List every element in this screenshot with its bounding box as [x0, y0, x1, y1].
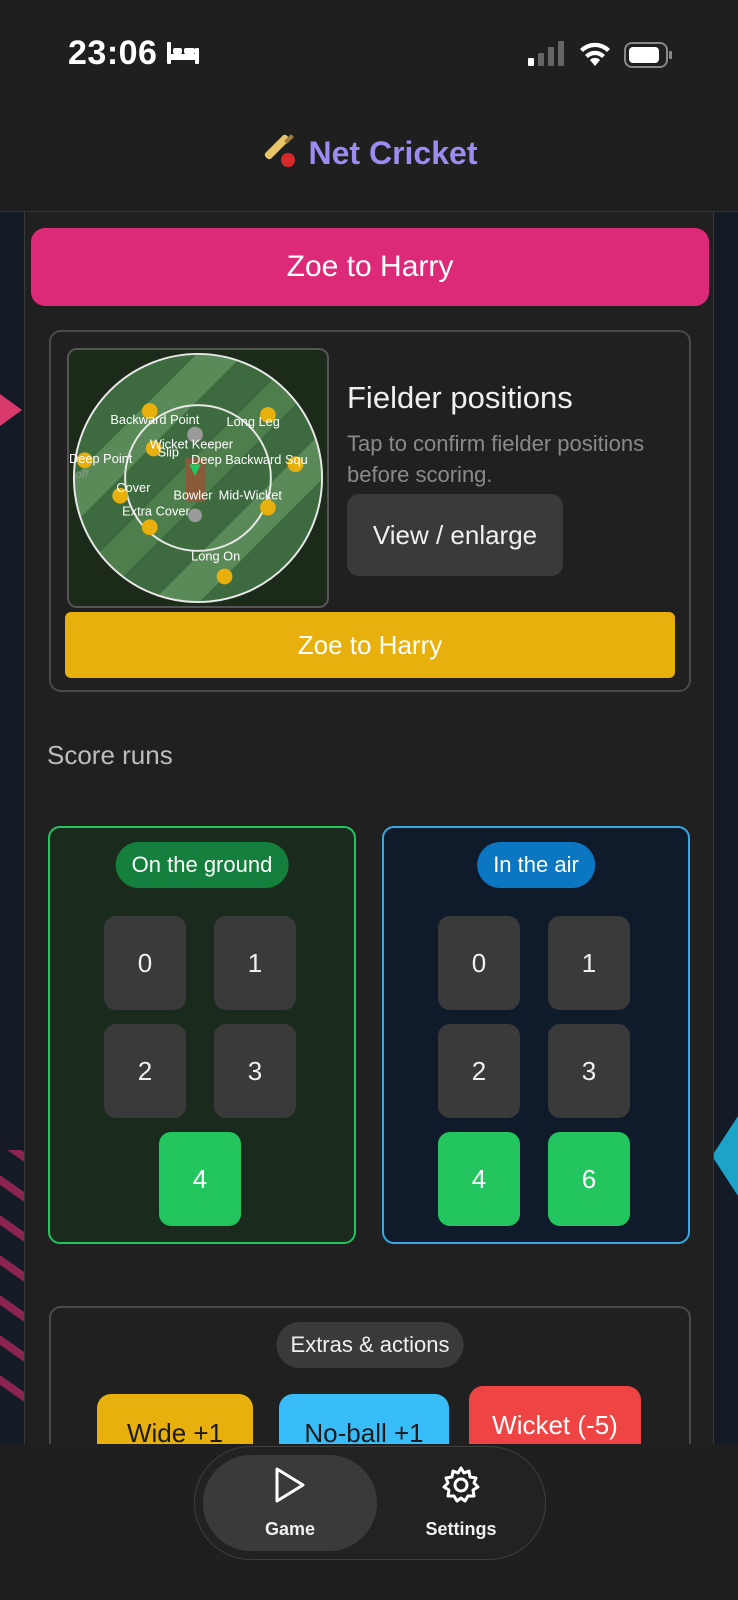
score-runs-heading: Score runs — [47, 740, 173, 770]
field-label-bowler: Bowler — [173, 488, 213, 503]
tab-bar: Game Settings — [194, 1446, 546, 1560]
extras-actions-label: Extras & actions — [276, 1322, 464, 1368]
app-title: Net Cricket — [0, 134, 738, 172]
ground-run-4-button[interactable]: 4 — [159, 1132, 241, 1226]
background-stripes — [0, 1150, 26, 1440]
field-label-long-leg: Long Leg — [227, 414, 280, 429]
in-the-air-panel: In the air 0 1 2 3 4 6 — [382, 826, 690, 1244]
ground-run-0-button[interactable]: 0 — [104, 916, 186, 1010]
air-run-0-button[interactable]: 0 — [438, 916, 520, 1010]
play-icon — [275, 1467, 305, 1503]
air-run-2-button[interactable]: 2 — [438, 1024, 520, 1118]
field-thumbnail[interactable]: Backward Point Long Leg Wicket Keeper Sl… — [67, 348, 329, 608]
cellular-signal-icon — [528, 41, 564, 66]
air-run-3-button[interactable]: 3 — [548, 1024, 630, 1118]
on-the-ground-label: On the ground — [115, 842, 289, 888]
view-enlarge-button[interactable]: View / enlarge — [347, 494, 563, 576]
fielder-title: Fielder positions — [347, 380, 573, 415]
air-run-6-button[interactable]: 6 — [548, 1132, 630, 1226]
field-label-backward-point: Backward Point — [110, 412, 199, 427]
fielder-positions-card: Backward Point Long Leg Wicket Keeper Sl… — [49, 330, 691, 692]
bottom-nav-bar: Game Settings — [0, 1444, 738, 1600]
extras-actions-card: Extras & actions Wide +1 No-ball +1 Wick… — [49, 1306, 691, 1444]
background-right — [712, 212, 738, 1444]
air-run-4-button[interactable]: 4 — [438, 1132, 520, 1226]
no-ball-button[interactable]: No-ball +1 — [279, 1394, 449, 1444]
in-the-air-label: In the air — [477, 842, 595, 888]
tab-game[interactable]: Game — [203, 1455, 377, 1551]
ground-run-3-button[interactable]: 3 — [214, 1024, 296, 1118]
bed-icon — [167, 42, 199, 64]
background-triangle-right — [712, 1116, 738, 1196]
ground-run-2-button[interactable]: 2 — [104, 1024, 186, 1118]
status-bar: 23:06 — [0, 0, 738, 100]
cricket-bat-icon — [264, 134, 295, 167]
air-run-1-button[interactable]: 1 — [548, 916, 630, 1010]
app-header: Net Cricket — [0, 100, 738, 212]
on-the-ground-panel: On the ground 0 1 2 3 4 — [48, 826, 356, 1244]
ground-run-1-button[interactable]: 1 — [214, 916, 296, 1010]
field-label-cover: Cover — [116, 480, 151, 495]
tab-settings-label: Settings — [425, 1519, 497, 1539]
field-label-slip: Slip — [158, 444, 179, 459]
field-label-off: off — [75, 467, 90, 481]
app-title-text: Net Cricket — [308, 135, 478, 171]
field-label-mid-wicket: Mid-Wicket — [219, 488, 283, 503]
wifi-icon — [580, 42, 610, 66]
tab-settings[interactable]: Settings — [385, 1455, 537, 1551]
field-label-deep-point: Deep Point — [69, 451, 133, 466]
background-triangle-left — [0, 394, 22, 426]
field-label-extra-cover: Extra Cover — [122, 503, 190, 518]
field-label-long-on: Long On — [191, 549, 240, 564]
wide-button[interactable]: Wide +1 — [97, 1394, 253, 1444]
wicket-button[interactable]: Wicket (-5) — [469, 1386, 641, 1444]
tab-game-label: Game — [264, 1519, 316, 1539]
field-label-deep-backward-square: Deep Backward Squ — [191, 452, 308, 467]
status-time: 23:06 — [68, 34, 158, 72]
fielder-description: Tap to confirm fielder positions before … — [347, 431, 645, 487]
confirm-fielders-button[interactable]: Zoe to Harry — [65, 612, 675, 678]
gear-icon — [442, 1466, 480, 1503]
field-diagram: Backward Point Long Leg Wicket Keeper Sl… — [69, 350, 327, 606]
battery-icon — [624, 42, 672, 68]
main-content[interactable]: Zoe to Harry Backward Point Long Leg Wic… — [24, 212, 714, 1444]
pass-banner: Zoe to Harry — [31, 228, 709, 306]
